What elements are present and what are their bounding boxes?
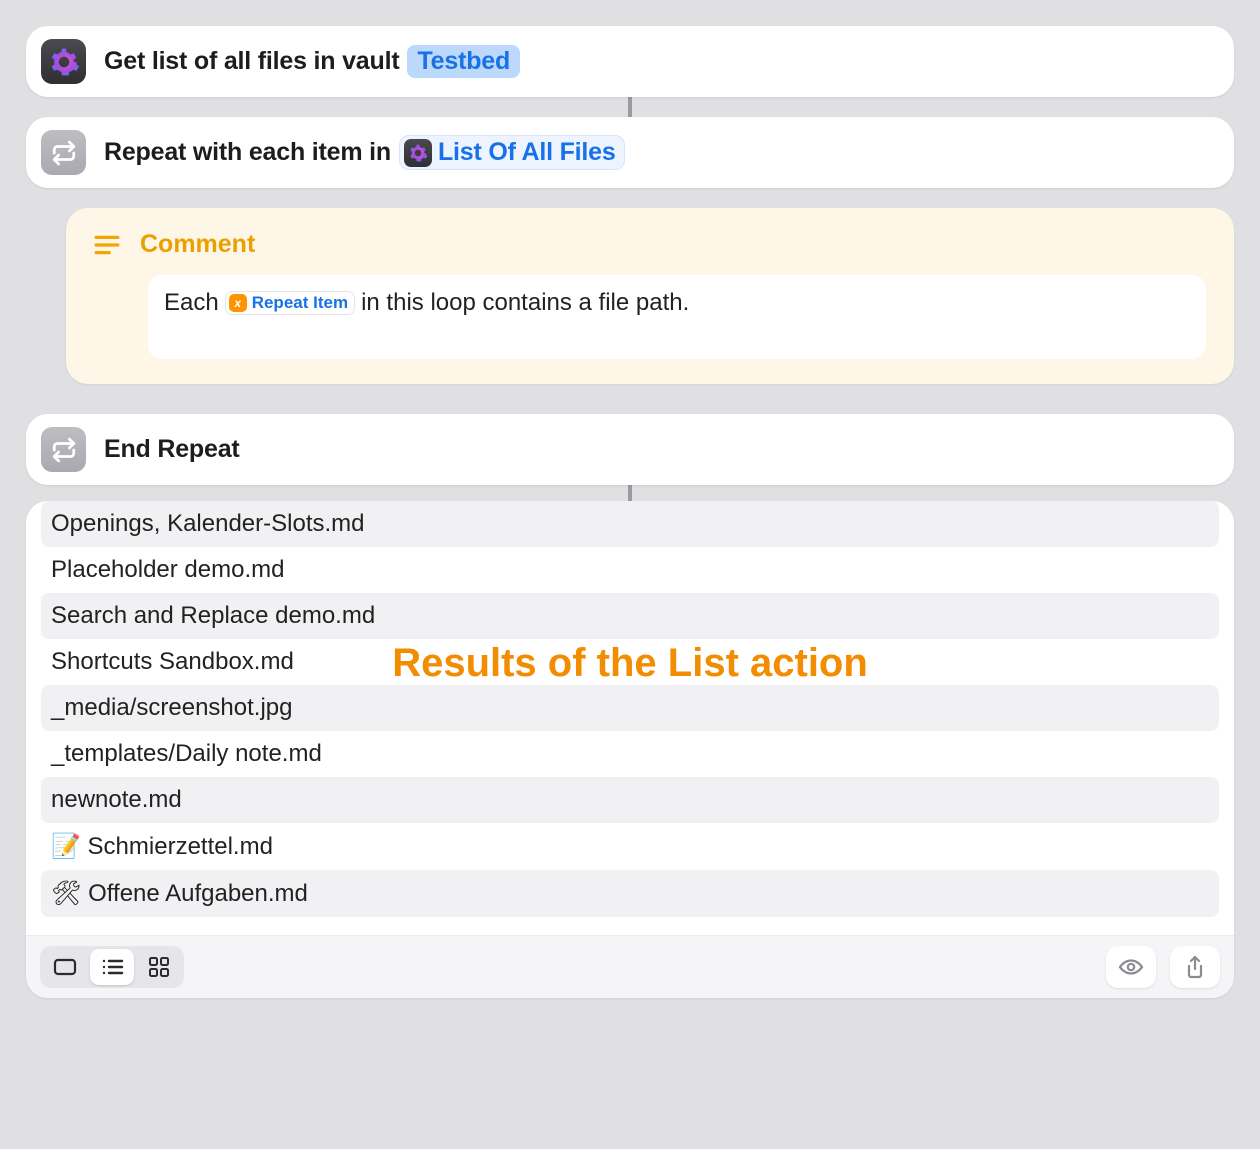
view-list-button[interactable] xyxy=(90,949,134,985)
list-item[interactable]: Shortcuts Sandbox.md xyxy=(41,639,1219,685)
repeat-item-label: Repeat Item xyxy=(252,293,348,313)
view-grid-button[interactable] xyxy=(137,949,181,985)
comment-text-suffix: in this loop contains a file path. xyxy=(361,289,689,317)
toolbar-right xyxy=(1106,946,1220,988)
comment-body[interactable]: Each x Repeat Item in this loop contains… xyxy=(148,275,1206,359)
results-list: Openings, Kalender-Slots.md Placeholder … xyxy=(26,501,1234,917)
repeat-label: Repeat with each item in xyxy=(104,138,391,167)
results-panel: Openings, Kalender-Slots.md Placeholder … xyxy=(26,501,1234,998)
list-item[interactable]: 📝 Schmierzettel.md xyxy=(41,823,1219,870)
list-item[interactable]: newnote.md xyxy=(41,777,1219,823)
action-title: Get list of all files in vault Testbed xyxy=(104,45,520,78)
list-item[interactable]: 🛠 Offene Aufgaben.md xyxy=(41,870,1219,917)
repeat-icon xyxy=(41,427,86,472)
comment-text-prefix: Each xyxy=(164,289,219,317)
vault-token[interactable]: Testbed xyxy=(407,45,520,78)
comment-icon xyxy=(94,234,120,256)
get-list-label: Get list of all files in vault xyxy=(104,47,399,76)
list-item[interactable]: _templates/Daily note.md xyxy=(41,731,1219,777)
comment-header: Comment xyxy=(94,230,1206,259)
list-item[interactable]: Placeholder demo.md xyxy=(41,547,1219,593)
list-variable-token[interactable]: List Of All Files xyxy=(399,135,625,170)
action-title: Repeat with each item in List Of All Fil… xyxy=(104,135,625,170)
view-toggle xyxy=(40,946,184,988)
results-toolbar xyxy=(26,935,1234,998)
action-get-list[interactable]: Get list of all files in vault Testbed xyxy=(26,26,1234,97)
list-item[interactable]: _media/screenshot.jpg xyxy=(41,685,1219,731)
repeat-icon xyxy=(41,130,86,175)
list-item[interactable]: Openings, Kalender-Slots.md xyxy=(41,501,1219,547)
action-repeat-each[interactable]: Repeat with each item in List Of All Fil… xyxy=(26,117,1234,188)
variable-x-icon: x xyxy=(229,294,247,312)
obsidian-gear-icon xyxy=(41,39,86,84)
comment-title: Comment xyxy=(140,230,255,259)
share-button[interactable] xyxy=(1170,946,1220,988)
end-repeat-label: End Repeat xyxy=(104,435,240,464)
repeat-item-token[interactable]: x Repeat Item xyxy=(225,291,355,315)
variable-gear-icon xyxy=(404,139,432,167)
quicklook-button[interactable] xyxy=(1106,946,1156,988)
action-comment[interactable]: Comment Each x Repeat Item in this loop … xyxy=(66,208,1234,384)
variable-name: List Of All Files xyxy=(438,138,616,167)
action-end-repeat[interactable]: End Repeat xyxy=(26,414,1234,485)
list-item[interactable]: Search and Replace demo.md xyxy=(41,593,1219,639)
view-single-button[interactable] xyxy=(43,949,87,985)
connector-line xyxy=(628,97,632,119)
